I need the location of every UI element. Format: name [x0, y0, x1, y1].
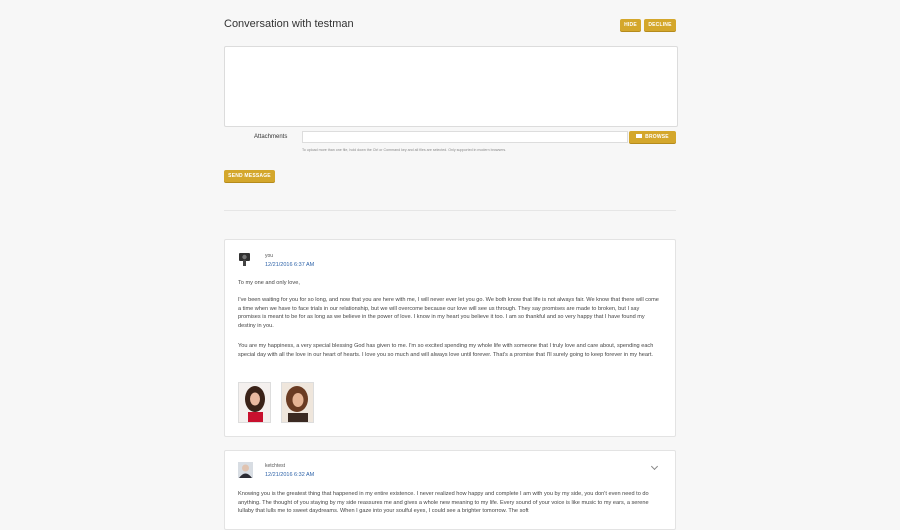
send-message-button[interactable]: SEND MESSAGE — [224, 170, 275, 182]
message-author: you — [265, 253, 274, 259]
avatar — [238, 462, 253, 478]
attachment-thumbnail[interactable] — [281, 382, 314, 423]
page-title: Conversation with testman — [224, 18, 354, 30]
decline-button[interactable]: DECLINE — [644, 19, 676, 31]
message-paragraph: Knowing you is the greatest thing that h… — [238, 491, 649, 515]
message-paragraph: I've been waiting for you for so long, a… — [238, 297, 659, 329]
message-textarea[interactable] — [224, 46, 678, 127]
browse-label: BROWSE — [645, 134, 669, 140]
attachments-input[interactable] — [302, 131, 628, 143]
folder-icon — [636, 133, 643, 138]
browse-button[interactable]: BROWSE — [629, 131, 676, 143]
chevron-down-icon[interactable] — [650, 462, 659, 471]
message-author: ketchtest — [265, 463, 286, 469]
message-time: 12/21/2016 6:32 AM — [265, 472, 315, 478]
message-paragraph: To my one and only love, — [238, 280, 300, 286]
attachments-label: Attachments — [254, 134, 288, 140]
message-paragraph: You are my happiness, a very special ble… — [238, 343, 654, 358]
avatar — [238, 251, 253, 267]
message-card: ketchtest 12/21/2016 6:32 AM Knowing you… — [224, 450, 676, 530]
hide-button[interactable]: HIDE — [620, 19, 641, 31]
photo-thumbnail-icon — [282, 383, 313, 422]
message-time: 12/21/2016 6:37 AM — [265, 262, 315, 268]
attachment-thumbnail[interactable] — [238, 382, 271, 423]
message-card: you 12/21/2016 6:37 AM To my one and onl… — [224, 239, 676, 437]
divider — [224, 210, 676, 211]
upload-hint: To upload more than one file, hold down … — [302, 148, 507, 152]
photo-thumbnail-icon — [239, 383, 270, 422]
